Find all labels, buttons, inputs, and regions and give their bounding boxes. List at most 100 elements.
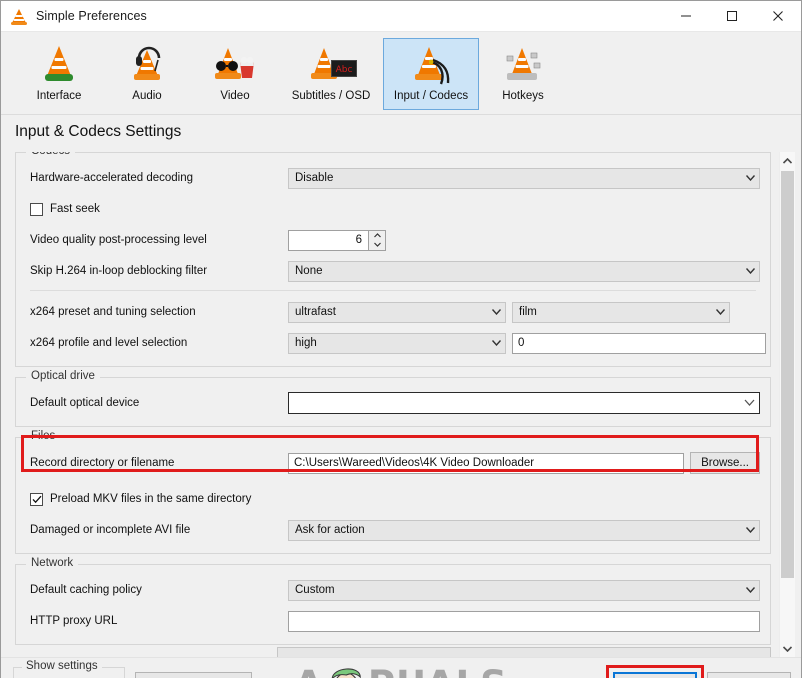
- browse-button[interactable]: Browse...: [690, 452, 760, 474]
- fast-seek-checkbox[interactable]: Fast seek: [26, 202, 100, 216]
- http-proxy-input[interactable]: [288, 610, 760, 632]
- tab-hotkeys[interactable]: Hotkeys: [479, 38, 567, 110]
- chevron-down-icon: [745, 584, 756, 596]
- save-button[interactable]: Save: [613, 672, 697, 678]
- window-controls: [663, 1, 801, 32]
- clipped-row-control[interactable]: [277, 647, 771, 657]
- x264-level-value: 0: [518, 337, 525, 349]
- preload-mkv-label: Preload MKV files in the same directory: [50, 493, 252, 505]
- network-group-label: Network: [26, 557, 79, 569]
- settings-scroll-region: Codecs Hardware-accelerated decoding Dis…: [1, 152, 801, 657]
- hardware-decoding-value: Disable: [295, 172, 334, 184]
- default-optical-device-label: Default optical device: [30, 397, 140, 409]
- watermark-text-left: A: [294, 663, 324, 678]
- x264-profile-row: x264 profile and level selection high 0: [26, 330, 766, 356]
- maximize-button[interactable]: [709, 1, 755, 32]
- tab-audio[interactable]: Audio: [103, 38, 191, 110]
- settings-content: Codecs Hardware-accelerated decoding Dis…: [15, 152, 779, 657]
- tab-video[interactable]: Video: [191, 38, 279, 110]
- post-processing-label: Video quality post-processing level: [30, 234, 207, 246]
- network-group: Network Default caching policy Custom HT…: [15, 557, 771, 645]
- tab-subtitles-osd[interactable]: Abc Subtitles / OSD: [279, 38, 383, 110]
- tab-input-codecs[interactable]: Input / Codecs: [383, 38, 479, 110]
- x264-profile-value: high: [295, 337, 317, 349]
- http-proxy-row: HTTP proxy URL: [26, 608, 760, 634]
- chevron-down-icon: [745, 524, 756, 536]
- post-processing-value: 6: [355, 234, 362, 246]
- x264-level-input[interactable]: 0: [512, 332, 766, 354]
- optical-drive-group-label: Optical drive: [26, 370, 100, 382]
- tab-label: Subtitles / OSD: [291, 90, 371, 102]
- vlc-cone-interface-icon: [31, 44, 87, 88]
- tab-interface[interactable]: Interface: [15, 38, 103, 110]
- stepper-buttons[interactable]: [368, 230, 385, 250]
- damaged-avi-select[interactable]: Ask for action: [288, 519, 760, 541]
- stepper-up-icon[interactable]: [369, 231, 385, 241]
- x264-tuning-select[interactable]: film: [512, 301, 730, 323]
- chevron-down-icon: [744, 397, 755, 409]
- simple-preferences-window: Simple Preferences Interface Audio Video…: [0, 0, 802, 678]
- appuals-mascot-icon: [331, 668, 361, 678]
- hardware-decoding-select[interactable]: Disable: [288, 167, 760, 189]
- chevron-down-icon: [715, 306, 726, 318]
- checkbox-box: [30, 202, 43, 216]
- scroll-up-icon[interactable]: [780, 152, 796, 169]
- reset-preferences-button[interactable]: Reset Preferences: [134, 672, 253, 678]
- preferences-toolbar: Interface Audio Video Abc Subtitles / OS…: [1, 32, 801, 115]
- vlc-cone-keyboard-icon: [495, 44, 551, 88]
- scroll-down-icon[interactable]: [780, 640, 796, 657]
- chevron-down-icon: [491, 306, 502, 318]
- damaged-avi-row: Damaged or incomplete AVI file Ask for a…: [26, 517, 760, 543]
- tab-label: Hotkeys: [502, 90, 544, 102]
- deblocking-select[interactable]: None: [288, 260, 760, 282]
- fast-seek-row: Fast seek: [26, 196, 760, 222]
- vlc-cone-glasses-popcorn-icon: [207, 44, 263, 88]
- vertical-scrollbar[interactable]: [779, 152, 795, 657]
- hardware-decoding-label: Hardware-accelerated decoding: [30, 172, 194, 184]
- x264-preset-label: x264 preset and tuning selection: [30, 306, 196, 318]
- damaged-avi-value: Ask for action: [295, 524, 365, 536]
- default-optical-device-combo[interactable]: [288, 392, 760, 414]
- chevron-down-icon: [491, 337, 502, 349]
- checkbox-box: [30, 492, 43, 506]
- appuals-watermark: A PUALS: [294, 661, 508, 678]
- codecs-divider: [30, 290, 756, 291]
- show-settings-group: Show settings Simple All: [13, 659, 125, 678]
- record-directory-input[interactable]: C:\Users\Wareed\Videos\4K Video Download…: [288, 452, 685, 474]
- minimize-button[interactable]: [663, 1, 709, 32]
- fast-seek-label: Fast seek: [50, 203, 100, 215]
- record-directory-label: Record directory or filename: [30, 457, 175, 469]
- x264-preset-select[interactable]: ultrafast: [288, 301, 506, 323]
- deblocking-label: Skip H.264 in-loop deblocking filter: [30, 265, 208, 277]
- show-settings-label: Show settings: [22, 659, 102, 672]
- files-group: Files Record directory or filename C:\Us…: [15, 430, 771, 554]
- hardware-decoding-row: Hardware-accelerated decoding Disable: [26, 165, 760, 191]
- caching-policy-value: Custom: [295, 584, 335, 596]
- x264-preset-row: x264 preset and tuning selection ultrafa…: [26, 299, 760, 325]
- page-title: Input & Codecs Settings: [15, 123, 182, 140]
- codecs-group-label: Codecs: [26, 152, 75, 157]
- preload-mkv-row: Preload MKV files in the same directory: [26, 486, 760, 512]
- window-title: Simple Preferences: [36, 9, 147, 23]
- default-optical-device-row: Default optical device: [26, 390, 760, 416]
- tab-label: Interface: [36, 90, 82, 102]
- scrollbar-thumb[interactable]: [780, 171, 794, 578]
- files-group-label: Files: [26, 430, 61, 442]
- scrollbar-track[interactable]: [780, 169, 796, 640]
- damaged-avi-label: Damaged or incomplete AVI file: [30, 524, 191, 536]
- post-processing-stepper[interactable]: 6: [288, 229, 386, 251]
- cancel-button[interactable]: Cancel: [707, 672, 791, 678]
- http-proxy-label: HTTP proxy URL: [30, 615, 118, 627]
- watermark-text-right: PUALS: [368, 663, 508, 678]
- stepper-down-icon[interactable]: [369, 240, 385, 250]
- deblocking-value: None: [295, 265, 323, 277]
- close-button[interactable]: [755, 1, 801, 32]
- clipped-next-row: [15, 647, 771, 657]
- x264-profile-select[interactable]: high: [288, 332, 506, 354]
- caching-policy-select[interactable]: Custom: [288, 579, 760, 601]
- vlc-cone-cables-icon: [403, 44, 459, 88]
- preload-mkv-checkbox[interactable]: Preload MKV files in the same directory: [26, 492, 252, 506]
- vlc-cone-subtitle-screen-icon: Abc: [303, 44, 359, 88]
- x264-tuning-value: film: [519, 306, 537, 318]
- vlc-cone-icon: [10, 7, 28, 25]
